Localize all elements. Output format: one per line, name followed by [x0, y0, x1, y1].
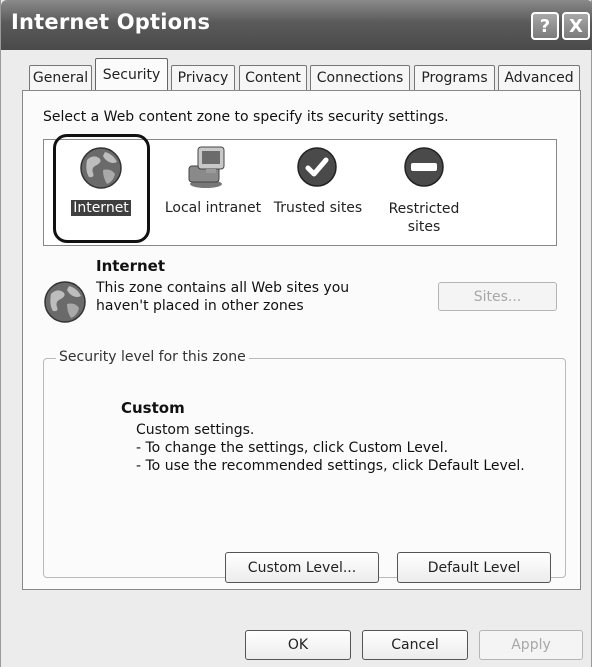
- security-level-line: - To change the settings, click Custom L…: [136, 440, 449, 456]
- tab-advanced[interactable]: Advanced: [498, 65, 580, 90]
- tab-content[interactable]: Content: [239, 65, 307, 90]
- close-button[interactable]: X: [562, 12, 590, 40]
- security-level-description: Custom settings. - To change the setting…: [136, 421, 525, 475]
- security-level-line: - To use the recommended settings, click…: [136, 458, 525, 474]
- internet-options-window: Internet Options ? X General Security Pr…: [0, 0, 592, 667]
- default-level-button[interactable]: Default Level: [397, 552, 551, 583]
- zone-local-intranet-label: Local intranet: [164, 200, 262, 216]
- tab-security[interactable]: Security: [95, 58, 168, 90]
- cancel-button[interactable]: Cancel: [362, 630, 468, 660]
- tab-general[interactable]: General: [29, 65, 92, 90]
- zone-local-intranet[interactable]: Local intranet: [162, 200, 264, 216]
- ok-button[interactable]: OK: [245, 630, 351, 660]
- security-level-legend: Security level for this zone: [56, 349, 249, 365]
- tab-privacy[interactable]: Privacy: [171, 65, 235, 90]
- help-icon: ?: [539, 15, 551, 37]
- help-button[interactable]: ?: [531, 12, 559, 40]
- zone-restricted-sites[interactable]: Restricted sites: [380, 200, 468, 236]
- zone-info-title: Internet: [96, 257, 166, 275]
- zone-trusted-sites[interactable]: Trusted sites: [272, 200, 364, 216]
- zone-info-description-line1: This zone contains all Web sites you: [96, 280, 350, 296]
- security-level-title: Custom: [121, 399, 185, 417]
- tab-programs[interactable]: Programs: [414, 65, 495, 90]
- zone-info-description: This zone contains all Web sites you hav…: [96, 279, 396, 315]
- security-level-line: Custom settings.: [136, 422, 255, 438]
- close-icon: X: [569, 15, 583, 37]
- selected-zone-highlight: [53, 134, 150, 243]
- custom-level-button[interactable]: Custom Level...: [225, 552, 379, 583]
- zone-trusted-sites-label: Trusted sites: [273, 200, 363, 216]
- zone-restricted-sites-label-line2: sites: [407, 219, 441, 235]
- computer-icon[interactable]: [184, 144, 234, 196]
- apply-button[interactable]: Apply: [479, 630, 583, 660]
- sites-button[interactable]: Sites...: [438, 282, 557, 311]
- no-entry-icon[interactable]: [403, 146, 445, 192]
- checkmark-icon[interactable]: [296, 146, 338, 192]
- zone-instructions: Select a Web content zone to specify its…: [43, 109, 449, 125]
- zone-restricted-sites-label-line1: Restricted: [388, 201, 460, 217]
- title-bar[interactable]: Internet Options ? X: [1, 0, 592, 50]
- window-title: Internet Options: [11, 10, 211, 34]
- tab-connections[interactable]: Connections: [310, 65, 410, 90]
- zone-info-globe-icon: [43, 280, 87, 328]
- zone-info-description-line2: haven't placed in other zones: [96, 298, 304, 314]
